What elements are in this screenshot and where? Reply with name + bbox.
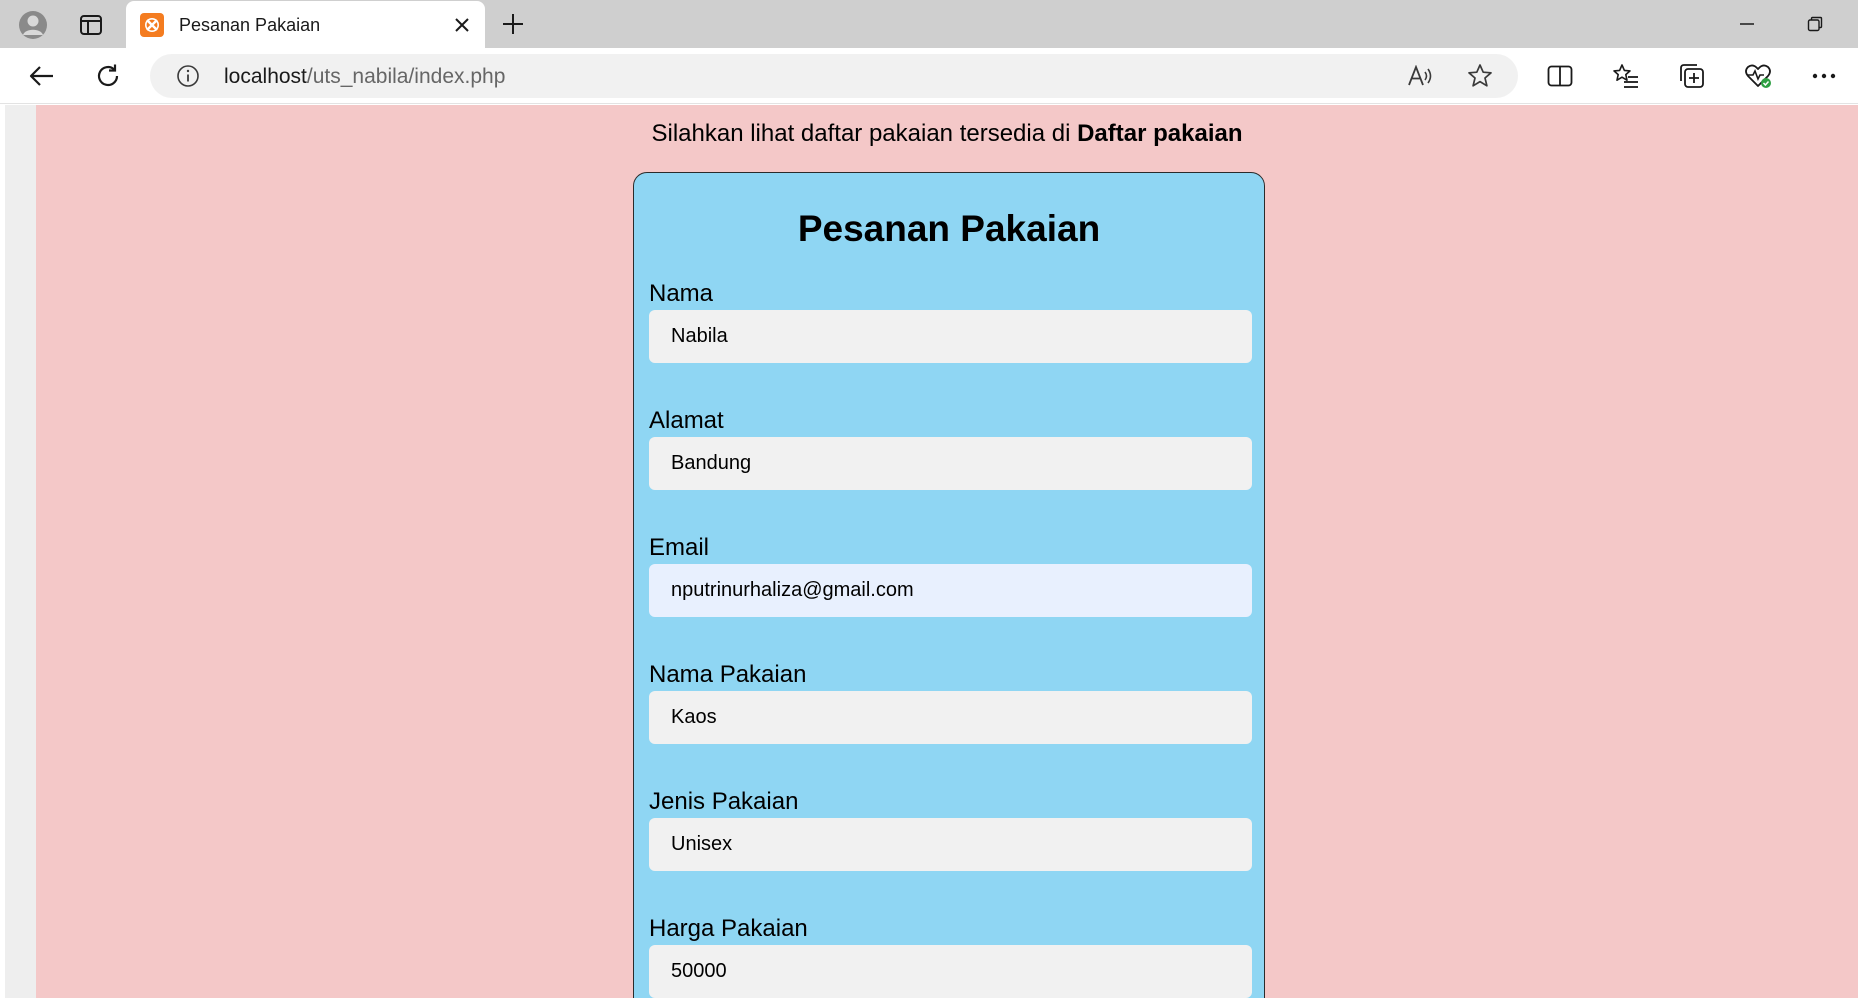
- info-icon[interactable]: [176, 64, 200, 88]
- more-dots-icon: [1812, 73, 1836, 79]
- nama-pakaian-input[interactable]: [649, 691, 1252, 744]
- close-tab-button[interactable]: [448, 11, 476, 39]
- intro-message: Silahkan lihat daftar pakaian tersedia d…: [651, 120, 1078, 147]
- email-label: Email: [649, 534, 710, 561]
- form-title: Pesanan Pakaian: [797, 208, 1101, 249]
- email-input[interactable]: [649, 564, 1252, 617]
- daftar-pakaian-link[interactable]: Daftar pakaian: [1077, 120, 1242, 147]
- profile-button[interactable]: [14, 6, 52, 44]
- browser-toolbar: localhost/uts_nabila/index.php: [0, 48, 1858, 104]
- jenis-pakaian-input[interactable]: [649, 818, 1252, 871]
- browser-title-bar: Pesanan Pakaian: [0, 0, 1858, 48]
- order-form-card: Pesanan Pakaian Nama Alamat Email Nama P…: [633, 172, 1265, 998]
- harga-pakaian-label: Harga Pakaian: [649, 915, 808, 942]
- refresh-button[interactable]: [88, 56, 128, 96]
- refresh-icon: [95, 63, 121, 89]
- address-bar[interactable]: localhost/uts_nabila/index.php: [150, 54, 1518, 98]
- alamat-input[interactable]: [649, 437, 1252, 490]
- read-aloud-icon: [1407, 65, 1433, 87]
- tab-actions-icon: [80, 15, 102, 35]
- restore-window-button[interactable]: [1782, 0, 1848, 48]
- add-favorite-button[interactable]: [1460, 56, 1500, 96]
- read-aloud-button[interactable]: [1400, 56, 1440, 96]
- tab-title: Pesanan Pakaian: [179, 15, 321, 35]
- browser-essentials-button[interactable]: [1738, 56, 1778, 96]
- collections-button[interactable]: [1672, 56, 1712, 96]
- nama-input[interactable]: [649, 310, 1252, 363]
- more-options-button[interactable]: [1804, 56, 1844, 96]
- star-icon: [1467, 63, 1493, 89]
- nama-pakaian-label: Nama Pakaian: [649, 661, 807, 688]
- favorites-button[interactable]: [1606, 56, 1646, 96]
- back-button[interactable]: [22, 56, 62, 96]
- back-arrow-icon: [29, 65, 55, 87]
- page-body: Silahkan lihat daftar pakaian tersedia d…: [36, 105, 1858, 998]
- browser-tab-active[interactable]: Pesanan Pakaian: [126, 1, 485, 48]
- nama-label: Nama: [649, 280, 714, 307]
- close-icon: [454, 17, 470, 33]
- heart-pulse-icon: [1744, 63, 1772, 89]
- alamat-label: Alamat: [649, 407, 724, 434]
- split-screen-button[interactable]: [1540, 56, 1580, 96]
- new-tab-button[interactable]: [495, 6, 531, 42]
- split-screen-icon: [1547, 65, 1573, 87]
- url-host: localhost: [224, 65, 307, 88]
- favorites-list-icon: [1612, 63, 1640, 89]
- xampp-favicon-icon: [140, 13, 164, 37]
- profile-icon: [18, 10, 48, 40]
- collections-icon: [1679, 63, 1705, 89]
- url-text[interactable]: localhost/uts_nabila/index.php: [224, 65, 505, 89]
- left-edge-strip: [5, 105, 36, 998]
- minimize-icon: [1739, 22, 1755, 26]
- harga-pakaian-input[interactable]: [649, 945, 1252, 998]
- jenis-pakaian-label: Jenis Pakaian: [649, 788, 799, 815]
- tab-actions-button[interactable]: [72, 6, 110, 44]
- intro-text: Silahkan lihat daftar pakaian tersedia d…: [36, 120, 1858, 148]
- plus-icon: [502, 13, 524, 35]
- minimize-window-button[interactable]: [1714, 0, 1780, 48]
- restore-icon: [1807, 16, 1823, 32]
- url-path: /uts_nabila/index.php: [306, 65, 506, 88]
